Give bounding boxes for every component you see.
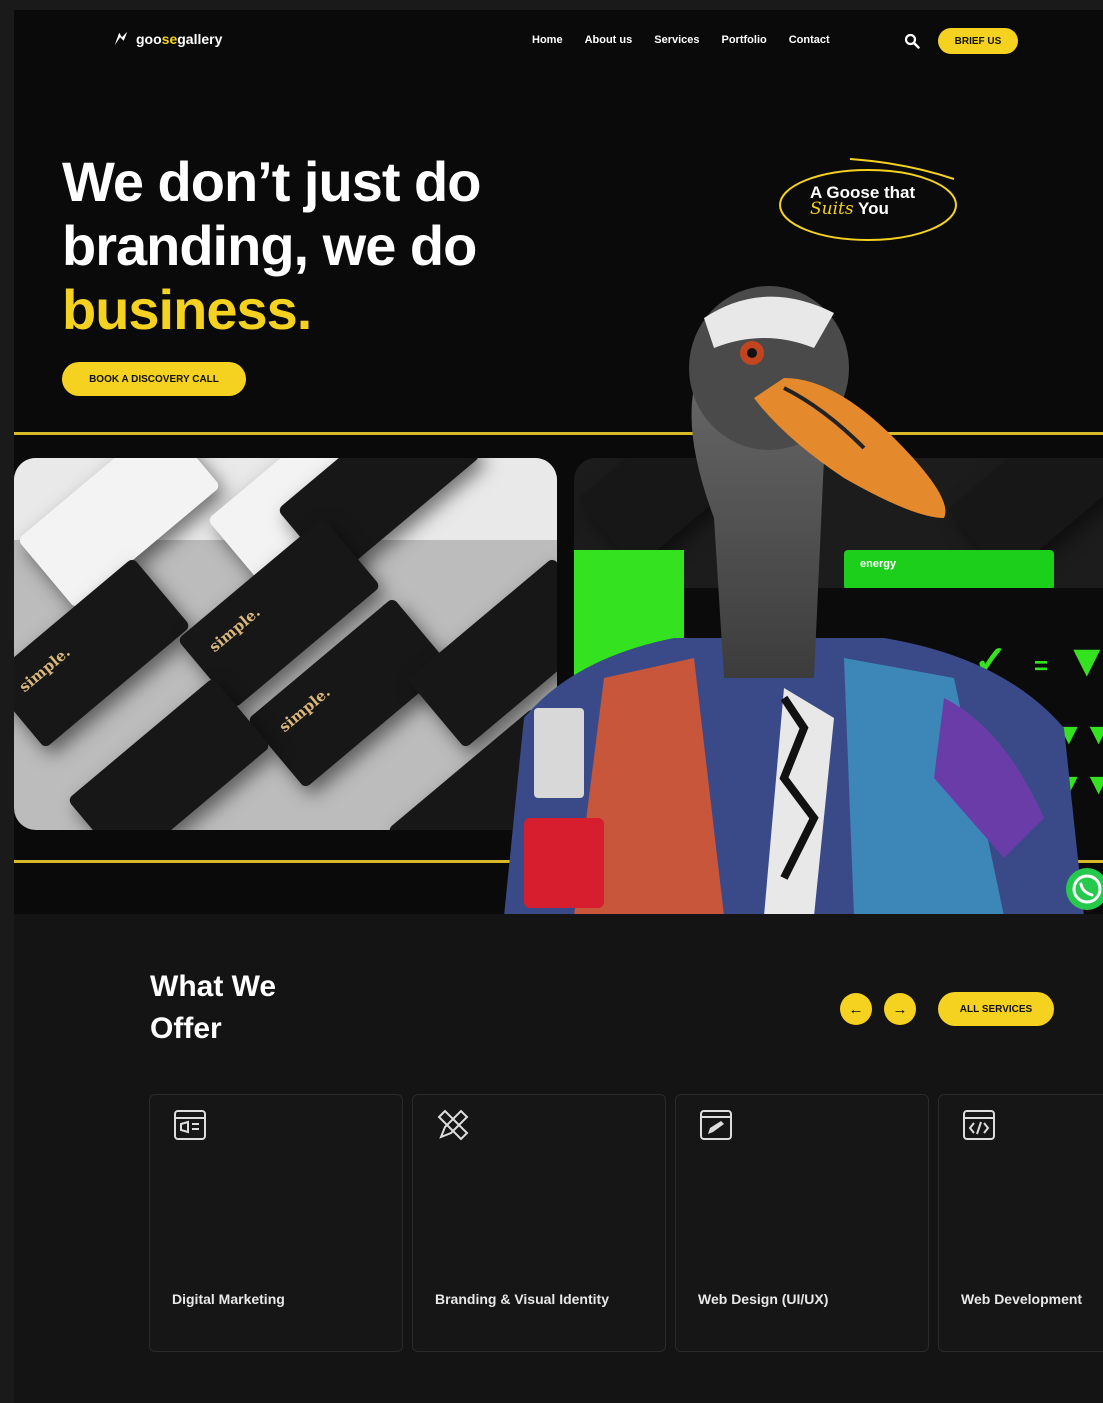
nav-item-portfolio[interactable]: Portfolio [722, 34, 767, 46]
next-arrow-button[interactable]: → [884, 993, 916, 1025]
all-services-button[interactable]: ALL SERVICES [938, 992, 1054, 1026]
prev-arrow-button[interactable]: ← [840, 993, 872, 1025]
hero-line-3: business. [62, 278, 312, 341]
offer-section: What We Offer ← → ALL SERVICES Digital M… [14, 914, 1103, 1403]
tagline-text: A Goose that Suits You [810, 183, 916, 219]
service-label: Web Development [961, 1291, 1083, 1307]
goose-mascot-icon [504, 286, 1084, 916]
code-icon [963, 1110, 995, 1140]
nav-item-contact[interactable]: Contact [789, 34, 830, 46]
edit-icon [700, 1110, 732, 1140]
service-card-digital-marketing[interactable]: Digital Marketing [149, 1094, 403, 1352]
hero-headline: We don’t just do branding, we do busines… [62, 150, 481, 342]
book-discovery-call-button[interactable]: BOOK A DISCOVERY CALL [62, 362, 246, 396]
nav-item-about[interactable]: About us [585, 34, 633, 46]
service-label: Digital Marketing [172, 1291, 285, 1307]
hero-line-2: branding, we do [62, 214, 477, 277]
service-label: Branding & Visual Identity [435, 1291, 609, 1307]
tagline-badge: A Goose that Suits You [776, 155, 961, 243]
pencil-ruler-icon [437, 1109, 469, 1141]
hero-line-1: We don’t just do [62, 150, 481, 213]
brief-us-button[interactable]: BRIEF US [938, 28, 1018, 54]
portfolio-card-coffee[interactable]: simple. simple. simple. [14, 458, 557, 830]
service-card-branding[interactable]: Branding & Visual Identity [412, 1094, 666, 1352]
logo-text: goosegallery [136, 31, 223, 47]
logo[interactable]: goosegallery [112, 30, 222, 48]
arrow-right-icon: → [892, 1000, 908, 1018]
search-icon[interactable] [904, 33, 920, 49]
service-card-web-design[interactable]: Web Design (UI/UX) [675, 1094, 929, 1352]
nav-item-services[interactable]: Services [654, 34, 699, 46]
service-label: Web Design (UI/UX) [698, 1291, 829, 1307]
service-card-web-development[interactable]: Web Development [938, 1094, 1103, 1352]
page-frame: goosegallery Home About us Services Port… [14, 10, 1103, 1403]
marketing-icon [174, 1110, 206, 1140]
nav-item-home[interactable]: Home [532, 34, 563, 46]
main-menu: Home About us Services Portfolio Contact [532, 34, 830, 46]
offer-title: What We Offer [150, 970, 277, 1045]
whatsapp-icon[interactable] [1066, 868, 1103, 910]
goose-logo-icon [114, 31, 128, 46]
arrow-left-icon: ← [848, 1000, 864, 1018]
top-nav: goosegallery Home About us Services Port… [14, 10, 1103, 72]
